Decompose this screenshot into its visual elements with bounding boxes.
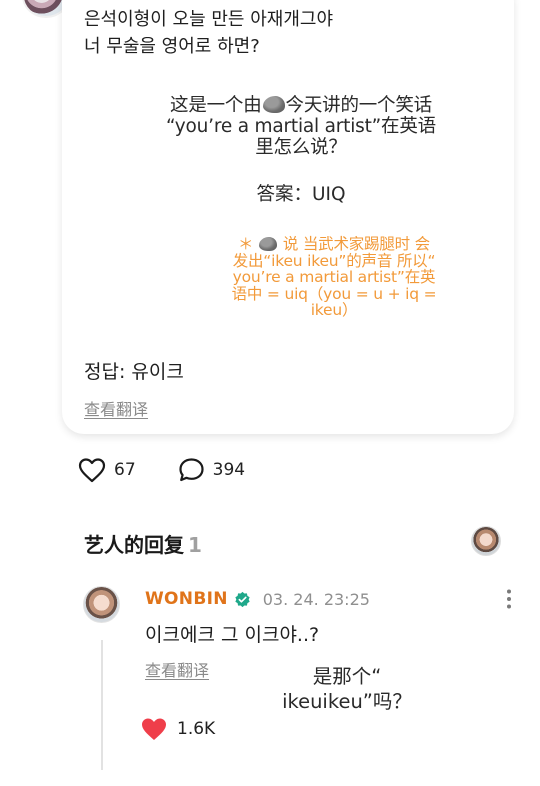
reply-like-button[interactable]: 1.6K (140, 716, 215, 742)
weverse-post-screen: 은석이형이 오늘 만든 아재개그야 너 무술을 영어로 하면? 这是一个由 今天讲… (0, 0, 540, 786)
artist-replies-title: 艺人的回复 (84, 533, 184, 557)
rock-emoji-icon (259, 237, 278, 251)
artist-replies-header: 艺人的回复 1 (84, 529, 202, 558)
reply-translation-line: ikeuikeu”吗？ (282, 690, 412, 713)
like-button[interactable]: 67 (78, 457, 136, 483)
cn-question-line: 里怎么说？ (255, 137, 347, 158)
korean-answer: 정답: 유이크 (84, 361, 184, 383)
artist-replies-count: 1 (188, 533, 202, 557)
translation-note: ＊ 说 当武术家踢腿时 会 发出“ikeu ikeu”的声音 所以“ you’r… (214, 236, 454, 319)
note-line: ikeu） (310, 301, 358, 319)
cn-question-line: “you’re a martial artist”在英语 (166, 116, 436, 137)
reply-author-name[interactable]: WONBIN (145, 589, 228, 609)
comment-bubble-icon (179, 458, 204, 482)
artist-avatar-small[interactable] (471, 526, 501, 556)
more-options-icon[interactable] (500, 588, 518, 610)
note-text: 说 当武术家踢腿时 会 (282, 235, 430, 253)
like-count: 67 (114, 460, 136, 480)
reply-translate-link[interactable]: 查看翻译 (145, 657, 209, 681)
post-line: 너 무술을 영어로 하면? (84, 36, 260, 57)
reply-meta: WONBIN 03. 24. 23:25 (145, 589, 370, 609)
reply-translation: 是那个“ ikeuikeu”吗？ (262, 664, 432, 714)
note-star: ＊ (238, 235, 254, 253)
note-line: you’re a martial artist”在英 (232, 268, 436, 286)
post-line: 은석이형이 오늘 만든 아재개그야 (84, 9, 334, 30)
cn-question-part: 今天讲的一个笑话 (285, 95, 433, 116)
post-actions: 67 394 (78, 455, 245, 485)
translate-link[interactable]: 查看翻译 (84, 396, 148, 420)
reply-text: 이크에크 그 이크야..? (145, 624, 320, 646)
note-line: 语中 = uiq（you = u + iq = (231, 284, 437, 303)
comment-count: 394 (212, 460, 246, 480)
thread-line (101, 640, 103, 770)
reply-translation-line: 是那个“ (312, 665, 382, 688)
reply-author-avatar[interactable] (83, 586, 120, 623)
heart-filled-icon (142, 718, 166, 740)
reply-like-count: 1.6K (177, 719, 216, 739)
comment-button[interactable]: 394 (178, 457, 245, 483)
reply-timestamp: 03. 24. 23:25 (262, 589, 370, 609)
post-body: 은석이형이 오늘 만든 아재개그야 너 무술을 영어로 하면? (84, 6, 333, 60)
cn-question-part: 这是一个由 (170, 95, 262, 116)
rock-emoji-icon (262, 96, 285, 113)
translation-question: 这是一个由 今天讲的一个笑话 “you’re a martial artist”在… (150, 95, 452, 158)
verified-badge-icon (235, 591, 250, 607)
translation-answer: 答案：UIQ (256, 184, 346, 205)
note-line: 发出“ikeu ikeu”的声音 所以“ (232, 251, 436, 270)
heart-outline-icon (78, 458, 106, 483)
